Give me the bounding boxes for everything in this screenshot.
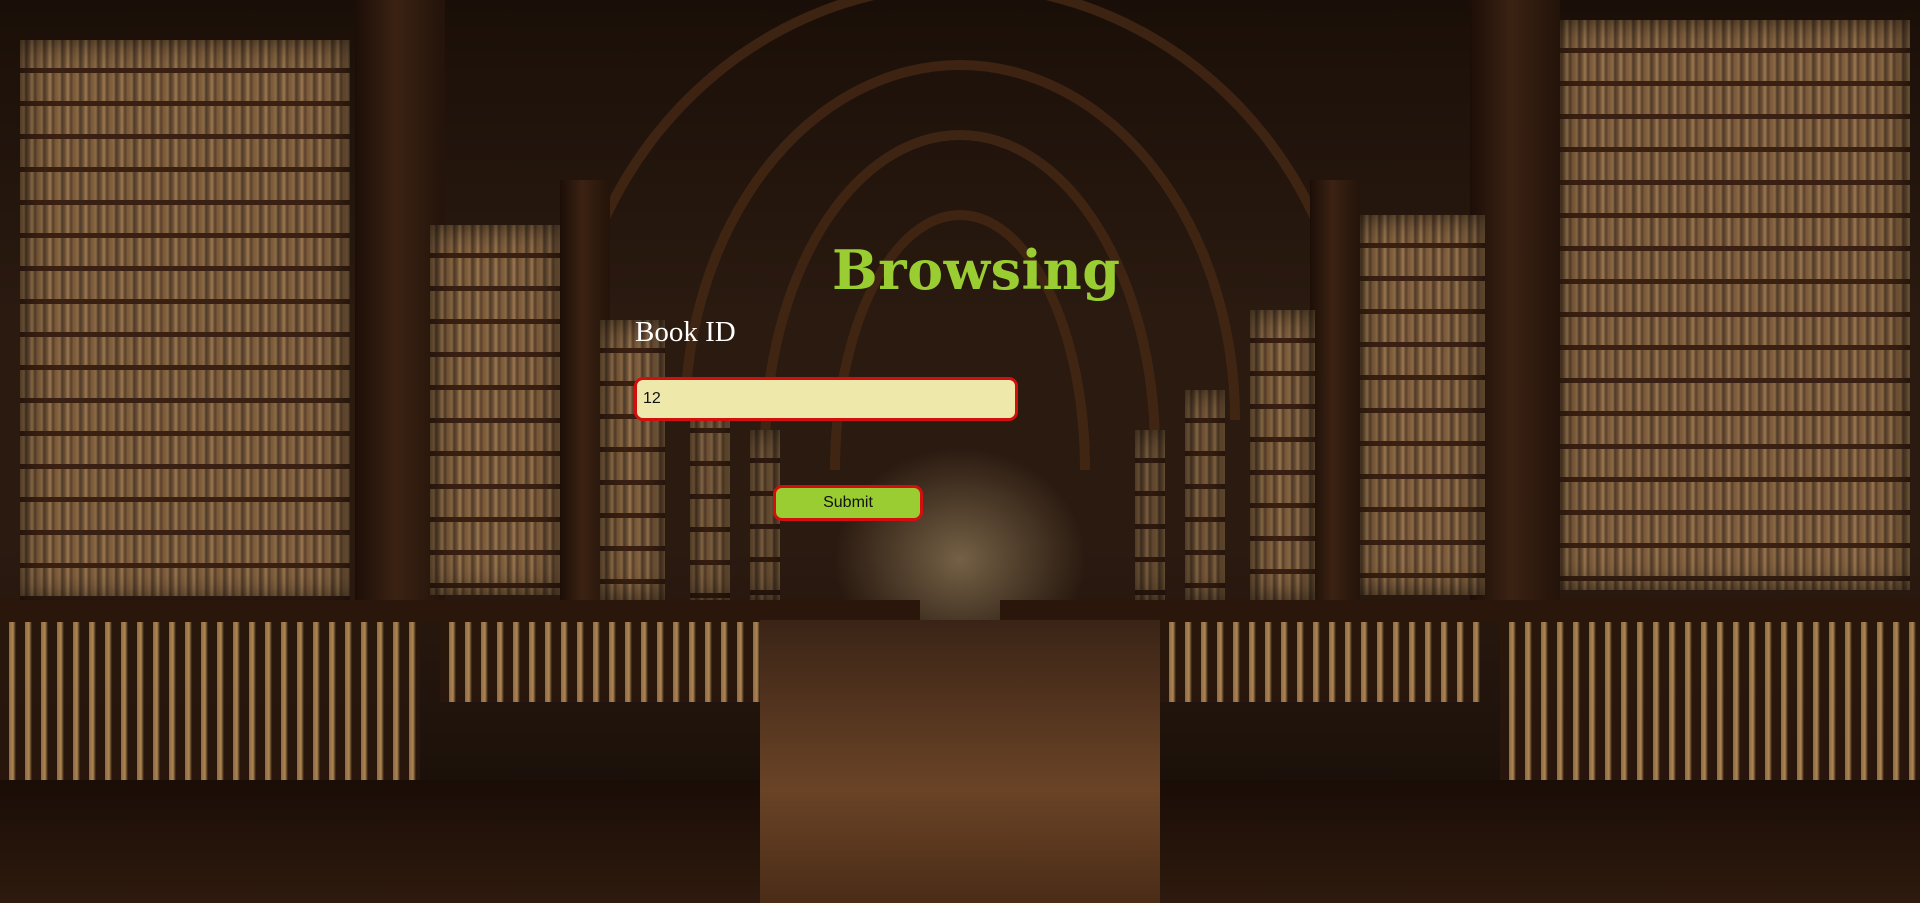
submit-button[interactable]: Submit: [773, 485, 923, 521]
book-id-input[interactable]: [634, 377, 1018, 421]
browsing-form: Browsing Book ID Submit: [0, 0, 1920, 903]
book-id-label: Book ID: [635, 316, 736, 348]
page-title: Browsing: [832, 238, 1121, 302]
